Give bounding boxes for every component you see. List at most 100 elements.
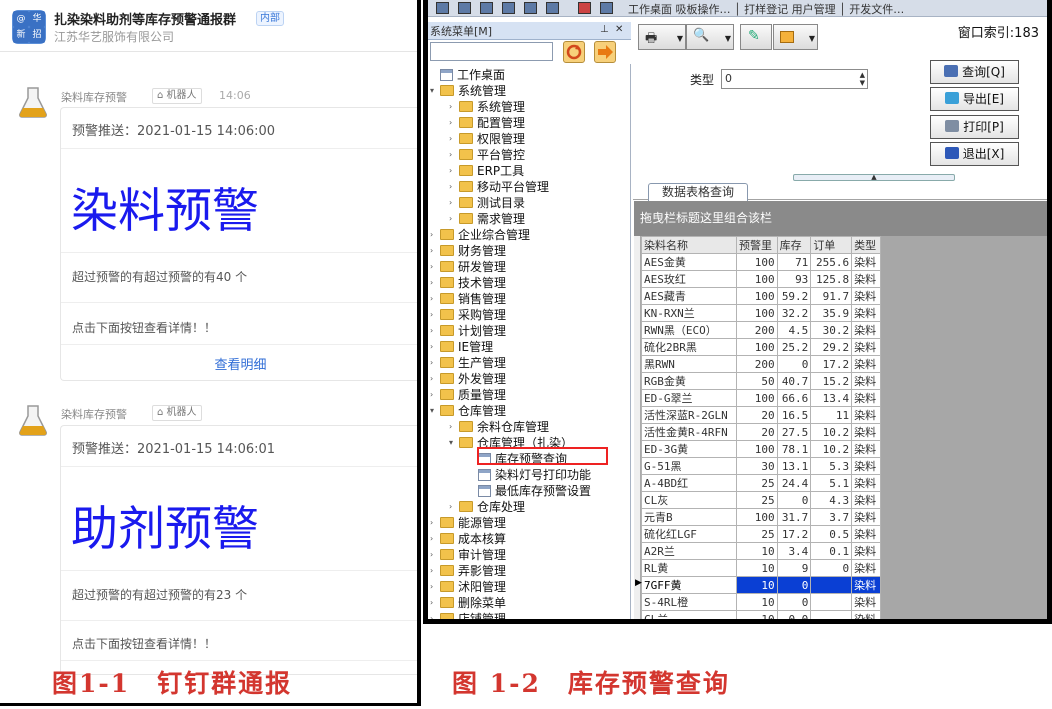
expand-arrow-icon[interactable]: ▾: [430, 403, 440, 419]
preview-dropdown[interactable]: 🔍 ▼: [686, 24, 734, 50]
table-cell[interactable]: 66.6: [776, 389, 812, 407]
table-cell[interactable]: RGB金黄: [641, 372, 737, 390]
table-cell[interactable]: 10: [735, 610, 778, 619]
table-cell[interactable]: 10.2: [810, 423, 853, 441]
query-button[interactable]: 查询[Q]: [930, 60, 1019, 84]
table-cell[interactable]: 3.7: [810, 508, 853, 526]
toolbar-icon[interactable]: [600, 2, 613, 14]
table-cell[interactable]: [810, 593, 853, 611]
collapse-arrow-icon[interactable]: ›: [430, 579, 440, 595]
collapse-arrow-icon[interactable]: ›: [430, 531, 440, 547]
table-cell[interactable]: 10.2: [810, 440, 853, 458]
table-cell[interactable]: 13.1: [776, 457, 812, 475]
table-cell[interactable]: 100: [735, 389, 778, 407]
expand-arrow-icon[interactable]: ▾: [449, 435, 459, 451]
table-cell[interactable]: 活性深蓝R-2GLN: [641, 406, 737, 424]
table-cell[interactable]: 染料: [851, 457, 881, 475]
table-cell[interactable]: 染料: [851, 270, 881, 288]
table-cell[interactable]: 30: [735, 457, 778, 475]
collapse-arrow-icon[interactable]: ›: [449, 211, 459, 227]
table-cell[interactable]: 染料: [851, 338, 881, 356]
table-cell[interactable]: 活性金黄R-4RFN: [641, 423, 737, 441]
table-cell[interactable]: [810, 576, 853, 594]
table-cell[interactable]: 25: [735, 474, 778, 492]
tree-item[interactable]: › 采购管理: [430, 307, 506, 323]
toolbar-icon[interactable]: [546, 2, 559, 14]
tree-item[interactable]: › 研发管理: [430, 259, 506, 275]
table-cell[interactable]: A2R兰: [641, 542, 737, 560]
tree-item[interactable]: › 外发管理: [430, 371, 506, 387]
tree-item[interactable]: ▾ 系统管理: [430, 83, 506, 99]
collapse-arrow-icon[interactable]: ›: [449, 131, 459, 147]
table-row[interactable]: G-51黑 30 13.1 5.3 染料: [641, 457, 881, 475]
table-cell[interactable]: 0.1: [810, 542, 853, 560]
collapse-arrow-icon[interactable]: ›: [449, 179, 459, 195]
table-cell[interactable]: 染料: [851, 593, 881, 611]
table-cell[interactable]: 100: [735, 253, 778, 271]
table-row[interactable]: 7GFF黄 10 0 染料: [641, 576, 881, 594]
tree-item[interactable]: › 能源管理: [430, 515, 506, 531]
table-cell[interactable]: 16.5: [776, 406, 812, 424]
tree-item[interactable]: › 财务管理: [430, 243, 506, 259]
table-cell[interactable]: 24.4: [776, 474, 812, 492]
pin-icon[interactable]: ⊥: [600, 24, 609, 35]
table-cell[interactable]: 100: [735, 287, 778, 305]
table-cell[interactable]: [810, 610, 853, 619]
table-cell[interactable]: CL兰: [641, 610, 737, 619]
tree-item[interactable]: › 移动平台管理: [449, 179, 549, 195]
table-row[interactable]: ED-3G黄 100 78.1 10.2 染料: [641, 440, 881, 458]
table-cell[interactable]: 0: [810, 559, 853, 577]
tree-item[interactable]: 染料灯号打印功能: [468, 467, 591, 483]
table-cell[interactable]: 13.4: [810, 389, 853, 407]
flask-avatar-icon[interactable]: [15, 402, 51, 438]
table-cell[interactable]: G-51黑: [641, 457, 737, 475]
table-cell[interactable]: 4.3: [810, 491, 853, 509]
table-cell[interactable]: AES藏青: [641, 287, 737, 305]
group-avatar-icon[interactable]: @ 华 新 招: [12, 10, 46, 44]
type-spinner[interactable]: 0 ▲ ▼: [721, 69, 868, 89]
table-cell[interactable]: 125.8: [810, 270, 853, 288]
table-cell[interactable]: 100: [735, 304, 778, 322]
go-arrow-icon[interactable]: [594, 41, 616, 63]
tree-item[interactable]: › 需求管理: [449, 211, 525, 227]
column-header[interactable]: 染料名称: [641, 236, 737, 254]
tree-item[interactable]: › 生产管理: [430, 355, 506, 371]
table-cell[interactable]: A-4BD红: [641, 474, 737, 492]
table-row[interactable]: RGB金黄 50 40.7 15.2 染料: [641, 372, 881, 390]
collapse-arrow-icon[interactable]: ›: [430, 323, 440, 339]
collapse-arrow-icon[interactable]: ›: [449, 195, 459, 211]
toolbar-icon[interactable]: [578, 2, 591, 14]
table-cell[interactable]: 10: [735, 542, 778, 560]
view-details-link[interactable]: 查看明细: [61, 354, 417, 373]
print-button[interactable]: 打印[P]: [930, 115, 1019, 139]
tree-item[interactable]: › 平台管控: [449, 147, 525, 163]
table-cell[interactable]: 25: [735, 525, 778, 543]
print-dropdown[interactable]: 🖶 ▼: [638, 24, 686, 50]
table-cell[interactable]: 11: [810, 406, 853, 424]
table-cell[interactable]: ED-G翠兰: [641, 389, 737, 407]
table-cell[interactable]: RWN黑（ECO）: [641, 321, 737, 339]
collapse-arrow-icon[interactable]: ›: [430, 611, 440, 619]
tree-item[interactable]: › 删除菜单: [430, 595, 506, 611]
collapse-arrow-icon[interactable]: ›: [430, 547, 440, 563]
table-row[interactable]: RWN黑（ECO） 200 4.5 30.2 染料: [641, 321, 881, 339]
column-header[interactable]: 预警里: [735, 236, 778, 254]
tree-item[interactable]: › 计划管理: [430, 323, 506, 339]
collapse-arrow-icon[interactable]: ›: [430, 595, 440, 611]
toolbar-icon[interactable]: [458, 2, 471, 14]
table-cell[interactable]: 255.6: [810, 253, 853, 271]
tree-item[interactable]: › 审计管理: [430, 547, 506, 563]
table-cell[interactable]: 17.2: [776, 525, 812, 543]
table-row[interactable]: A2R兰 10 3.4 0.1 染料: [641, 542, 881, 560]
table-cell[interactable]: 200: [735, 321, 778, 339]
tree-search-input[interactable]: [430, 42, 553, 61]
collapse-arrow-icon[interactable]: ›: [449, 115, 459, 131]
table-cell[interactable]: 30.2: [810, 321, 853, 339]
tree-item[interactable]: › 销售管理: [430, 291, 506, 307]
table-cell[interactable]: 32.2: [776, 304, 812, 322]
collapse-arrow-icon[interactable]: ›: [449, 499, 459, 515]
tree-item[interactable]: › 沭阳管理: [430, 579, 506, 595]
table-cell[interactable]: 20: [735, 406, 778, 424]
collapse-arrow-icon[interactable]: ›: [449, 147, 459, 163]
table-cell[interactable]: 25: [735, 491, 778, 509]
